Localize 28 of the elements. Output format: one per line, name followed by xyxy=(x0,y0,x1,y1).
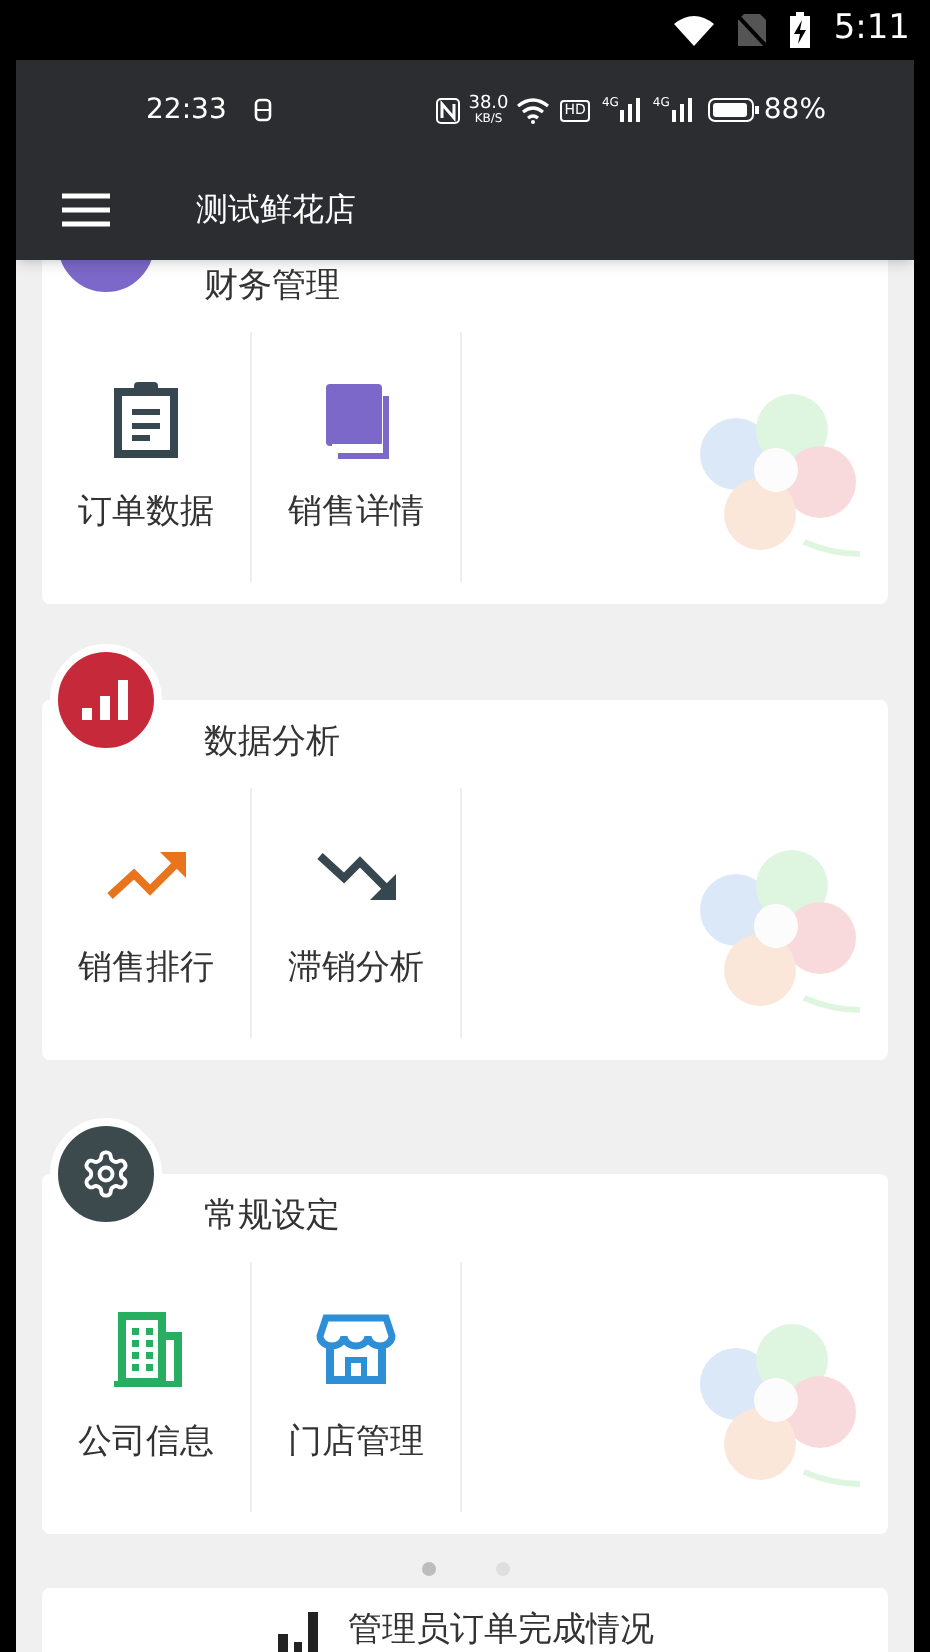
menu-tile[interactable]: 公司信息 xyxy=(42,1262,252,1512)
menu-tile[interactable]: 门店管理 xyxy=(252,1262,462,1512)
wifi-icon xyxy=(516,97,551,123)
no-sim-icon xyxy=(737,14,766,46)
settings-icon xyxy=(80,1148,132,1200)
wifi-icon xyxy=(673,15,714,45)
bar-chart-icon xyxy=(80,678,132,722)
section-title: 常规设定 xyxy=(204,1194,340,1241)
nfc-icon xyxy=(436,97,461,123)
menu-icon xyxy=(62,192,110,228)
menu-tile[interactable]: 销售详情 xyxy=(252,332,462,582)
report-title: 管理员订单完成情况 xyxy=(348,1608,654,1652)
menu-tile[interactable]: 销售排行 xyxy=(42,788,252,1038)
section-title: 数据分析 xyxy=(204,720,340,767)
battery-charging-icon xyxy=(789,12,810,48)
menu-tile[interactable]: 订单数据 xyxy=(42,332,252,582)
signal-icon xyxy=(620,98,641,122)
clock-text: 5:11 xyxy=(833,6,910,53)
speed-value: 38.0 xyxy=(468,95,509,113)
toolbar-title: 测试鲜花店 xyxy=(196,188,356,232)
sim-icon xyxy=(254,98,273,122)
status-time: 22:33 xyxy=(146,91,227,129)
battery-icon xyxy=(707,98,760,122)
bar-chart-icon xyxy=(276,1608,320,1652)
section-title: 财务管理 xyxy=(204,264,340,311)
signal-icon xyxy=(671,98,692,122)
menu-tile[interactable]: 滞销分析 xyxy=(252,788,462,1038)
battery-percent: 88% xyxy=(763,91,826,129)
